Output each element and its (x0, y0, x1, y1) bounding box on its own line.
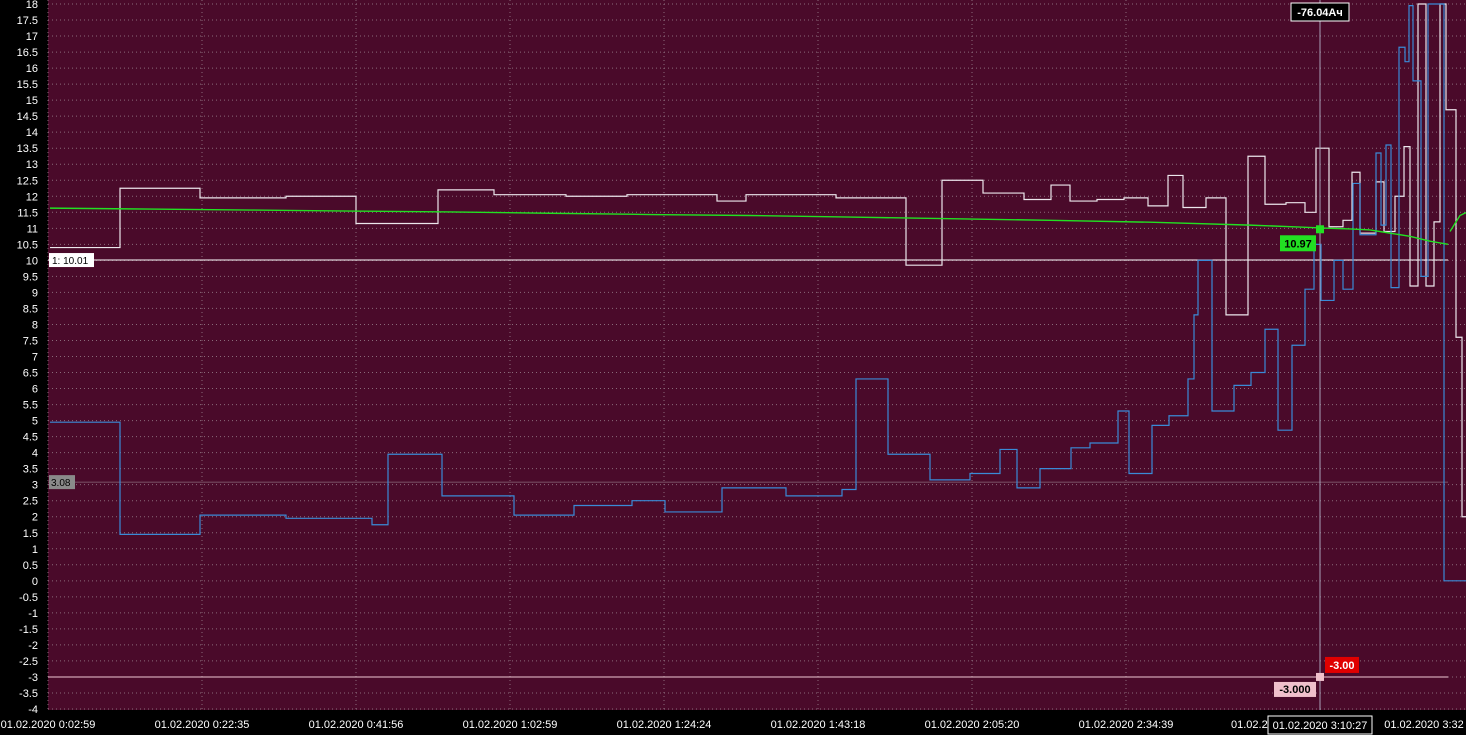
y-tick-label: 5 (32, 416, 38, 428)
y-tick-label: 4 (32, 448, 38, 460)
y-tick-label: 15 (26, 95, 38, 107)
y-tick-label: -1 (28, 608, 38, 620)
crosshair-time-label: 01.02.2020 3:10:27 (1273, 720, 1368, 732)
y-tick-label: -3.5 (19, 688, 38, 700)
y-tick-label: 11 (27, 223, 38, 235)
y-tick-label: 12.5 (17, 175, 38, 187)
y-tick-label: 1.5 (23, 528, 38, 540)
x-tick-label: 01.02.2020 0:02:59 (1, 719, 96, 731)
y-tick-label: 0 (32, 576, 38, 588)
y-tick-label: 17.5 (17, 15, 38, 27)
hline-minus3-label: -3.000 (1279, 684, 1310, 696)
y-tick-label: -0.5 (19, 592, 38, 604)
y-tick-label: 14 (26, 127, 38, 139)
y-tick-label: 10.5 (17, 239, 38, 251)
y-tick-label: 8 (32, 319, 38, 331)
y-tick-label: 14.5 (17, 111, 38, 123)
crosshair-top-label: -76.04Ач (1297, 7, 1343, 19)
y-tick-label: 2.5 (23, 496, 38, 508)
x-tick-label: 01.02.2020 2:05:20 (925, 719, 1020, 731)
hline-10-label: 1: 10.01 (52, 256, 89, 267)
y-tick-label: -1.5 (19, 624, 38, 636)
x-tick-label: 01.02.2020 1:43:18 (771, 719, 866, 731)
y-tick-label: 4.5 (23, 432, 38, 444)
y-tick-label: 3 (32, 480, 38, 492)
y-tick-label: -3 (28, 672, 38, 684)
x-tick-label: 01.02.2020 2:34:39 (1079, 719, 1174, 731)
x-tick-label: 01.02.2020 3:32 (1384, 719, 1464, 731)
y-tick-label: -2.5 (19, 656, 38, 668)
hline-3-label: 3.08 (51, 478, 71, 489)
y-tick-label: -2 (28, 640, 38, 652)
x-tick-label: 01.02.2020 1:02:59 (463, 719, 558, 731)
x-tick-label: 01.02.2020 1:24:24 (617, 719, 712, 731)
green-point-marker[interactable] (1316, 225, 1324, 234)
y-tick-label: 17 (26, 31, 38, 43)
y-tick-label: 16.5 (17, 47, 38, 59)
chart-canvas: -4-3.5-3-2.5-2-1.5-1-0.500.511.522.533.5… (0, 0, 1466, 735)
y-tick-label: 7 (32, 352, 38, 364)
y-tick-label: 9.5 (23, 271, 38, 283)
y-tick-label: 12 (26, 191, 38, 203)
y-tick-label: 1 (32, 544, 38, 556)
pink-point-marker[interactable] (1316, 672, 1324, 681)
y-tick-label: 16 (26, 63, 38, 75)
y-tick-label: 2 (32, 512, 38, 524)
x-tick-label: 01.02.2020 0:41:56 (309, 719, 404, 731)
y-tick-label: 6 (32, 384, 38, 396)
y-tick-label: 9 (32, 287, 38, 299)
plot-area[interactable] (48, 0, 1466, 710)
y-tick-label: 7.5 (23, 335, 38, 347)
y-tick-label: 6.5 (23, 368, 38, 380)
y-tick-label: 5.5 (23, 400, 38, 412)
y-tick-label: 13 (26, 159, 38, 171)
y-tick-label: 3.5 (23, 464, 38, 476)
green-value-label: 10.97 (1284, 238, 1312, 250)
red-value-label: -3.00 (1329, 660, 1354, 672)
y-tick-label: 18 (26, 0, 38, 11)
y-tick-label: 8.5 (23, 303, 38, 315)
y-tick-label: 15.5 (17, 79, 38, 91)
y-tick-label: 11.5 (17, 207, 38, 219)
y-tick-label: 0.5 (23, 560, 38, 572)
y-tick-label: 13.5 (17, 143, 38, 155)
y-tick-label: -4 (28, 704, 38, 716)
y-tick-label: 10 (26, 255, 38, 267)
x-tick-label: 01.02.2020 0:22:35 (155, 719, 250, 731)
